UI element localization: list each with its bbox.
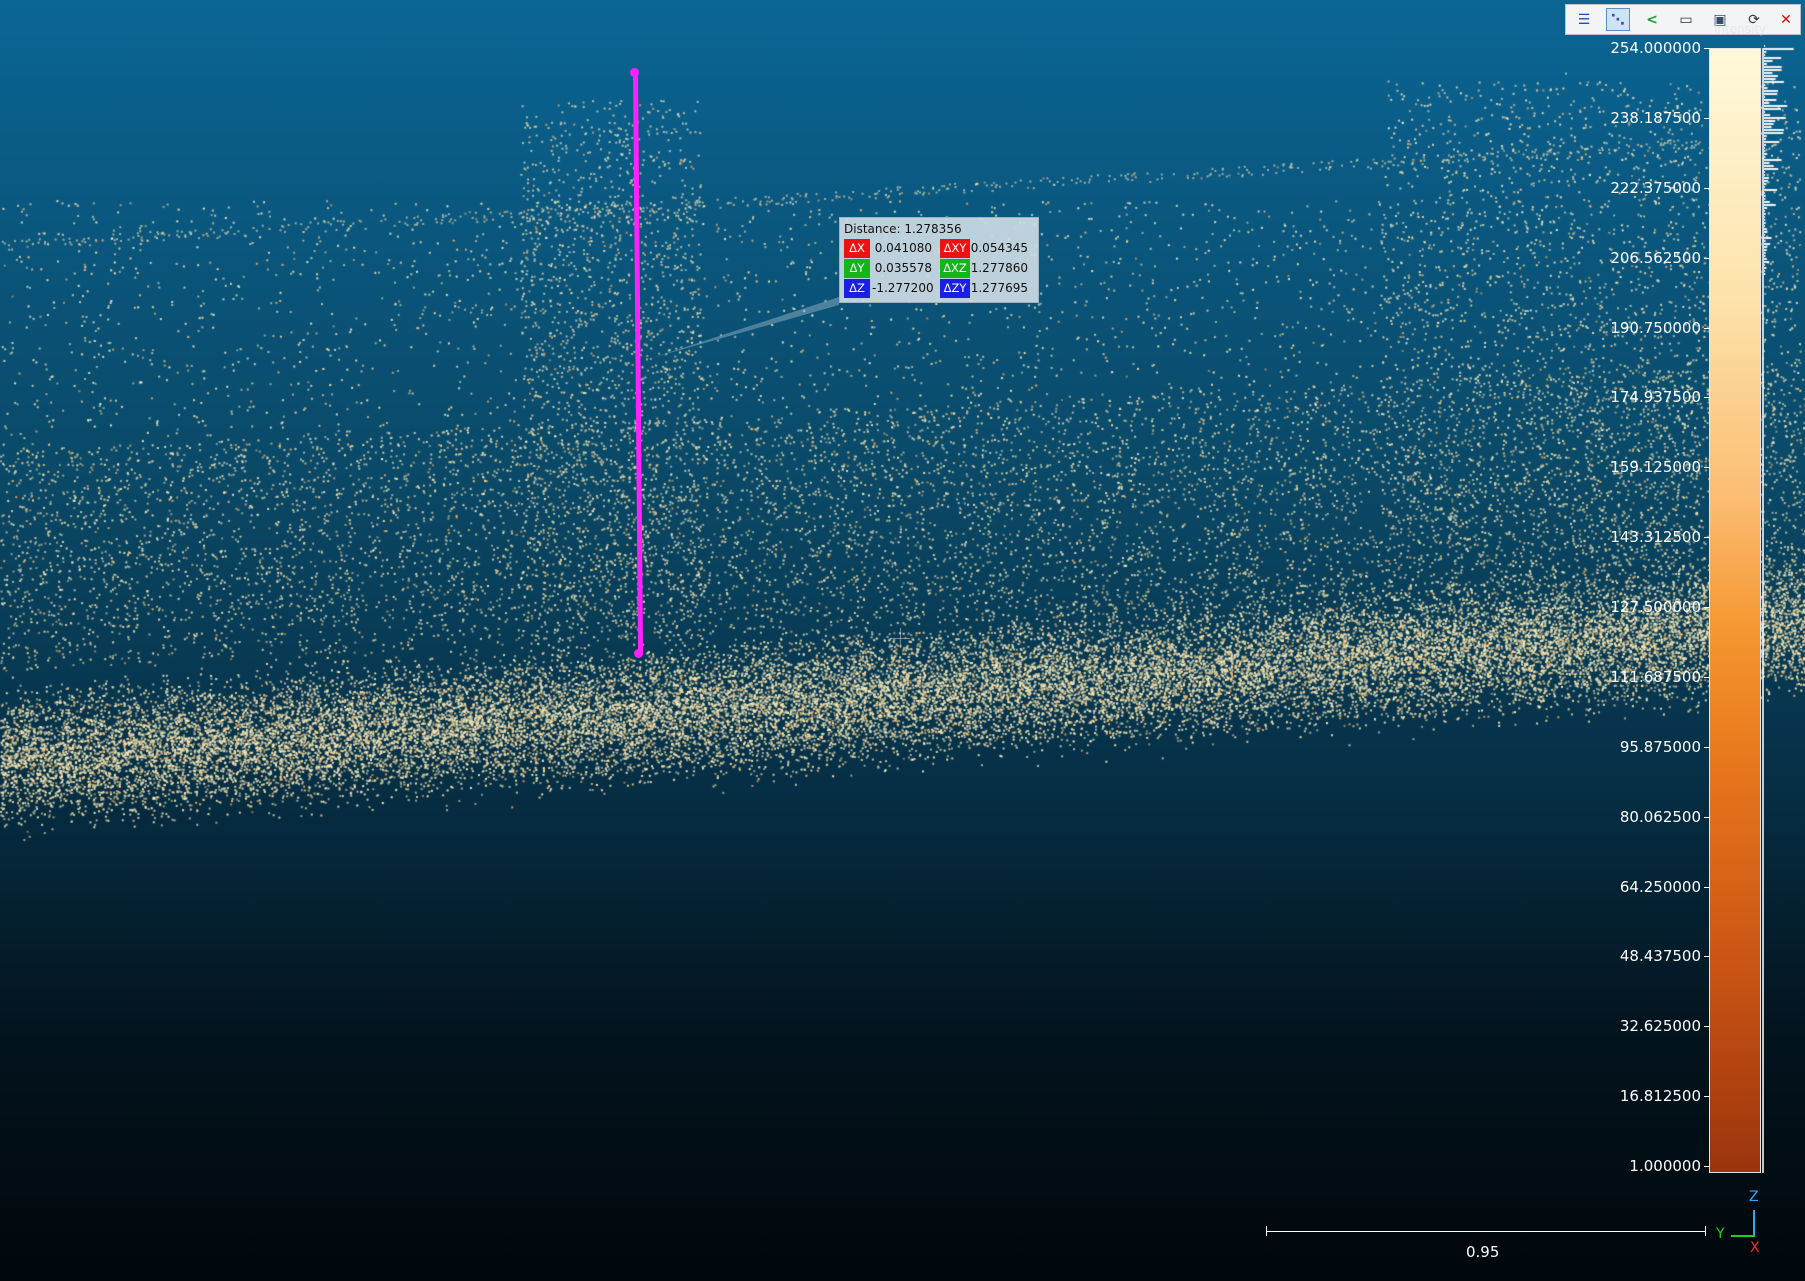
scale-tick [1704,886,1710,888]
scale-tick [1704,607,1710,608]
scale-label: 16.812500 [1619,1087,1701,1106]
scale-tick [1704,48,1710,49]
distance-value: Distance: 1.278356 [844,222,962,236]
scale-label: 206.562500 [1610,248,1701,267]
cursor-crosshair [900,628,901,648]
scale-label: 95.875000 [1619,737,1701,756]
point-pair-icon: ⋱ [1611,11,1625,28]
scale-tick [1704,117,1710,119]
scale-label: 48.437500 [1619,947,1701,966]
scale-label: 32.625000 [1619,1017,1701,1036]
scale-label: 1.000000 [1629,1157,1701,1175]
delta-xy-tag: ΔXY [940,239,970,258]
scale-tick [1704,327,1710,329]
list-icon: ☰ [1577,11,1591,28]
scale-label: 174.937500 [1610,388,1701,407]
scale-tick [1704,537,1710,539]
scale-ruler [1266,1231,1706,1232]
delta-row-z: ΔZ -1.277200 ΔZY 1.277695 [844,279,1034,298]
scale-ruler-end [1705,1226,1706,1236]
scale-tick [1704,397,1710,399]
scale-label: 254.000000 [1610,39,1701,57]
axis-x-label: X [1750,1240,1760,1256]
axis-y-line [1731,1235,1755,1237]
scale-ruler-end [1266,1226,1267,1236]
scale-tick [1704,1096,1710,1098]
label-button[interactable]: ▭ [1674,8,1698,31]
scale-tick [1704,1026,1710,1028]
scale-ruler-label: 0.95 [1466,1243,1500,1261]
angle-button[interactable]: < [1640,8,1664,31]
scale-label: 190.750000 [1610,318,1701,337]
scale-tick [1704,187,1710,189]
scale-tick [1704,676,1710,678]
delta-xz-value: 1.277860 [970,261,1028,275]
scale-label: 238.187500 [1610,108,1701,127]
delta-zy-tag: ΔZY [940,279,970,298]
point-cloud-canvas[interactable] [0,0,1805,1281]
scale-tick [1704,956,1710,958]
triangle-angle-icon: < [1646,11,1658,28]
delta-z-tag: ΔZ [844,279,870,298]
scale-tick [1704,467,1710,469]
measurement-point-start[interactable] [630,68,639,77]
delta-xz-tag: ΔXZ [940,259,970,278]
delta-x-tag: ΔX [844,239,870,258]
scale-label: 159.125000 [1610,458,1701,477]
label-icon: ▭ [1679,11,1693,28]
delta-y-value: 0.035578 [874,261,932,275]
scale-tick [1704,257,1710,259]
scale-tick [1704,816,1710,818]
axis-z-line [1753,1210,1755,1236]
scale-label: 64.250000 [1619,877,1701,896]
delta-xy-value: 0.054345 [970,241,1028,255]
axis-y-label: Y [1716,1226,1725,1242]
delta-zy-value: 1.277695 [970,281,1028,295]
delta-z-value: -1.277200 [872,281,934,295]
scale-tick [1704,1166,1710,1167]
scale-label: 111.687500 [1610,667,1701,686]
scale-label: 222.375000 [1610,178,1701,197]
scale-label: 80.062500 [1619,807,1701,826]
list-button[interactable]: ☰ [1572,8,1596,31]
color-scale-bar [1709,48,1761,1173]
scale-histogram [1764,45,1804,275]
axis-z-label: Z [1749,1189,1759,1205]
delta-row-x: ΔX 0.041080 ΔXY 0.054345 [844,239,1034,258]
scale-label: 127.500000 [1610,598,1701,616]
point-pair-button[interactable]: ⋱ [1606,8,1630,31]
delta-x-value: 0.041080 [874,241,932,255]
scale-tick [1704,746,1710,748]
color-scale-title: Intensity [1713,22,1767,36]
close-icon: ✕ [1780,11,1792,28]
3d-viewport[interactable]: Distance: 1.278356 ΔX 0.041080 ΔXY 0.054… [0,0,1805,1281]
scale-label: 143.312500 [1610,528,1701,547]
measurement-point-end[interactable] [634,649,643,658]
delta-row-y: ΔY 0.035578 ΔXZ 1.277860 [844,259,1034,278]
delta-y-tag: ΔY [844,259,870,278]
distance-label-box[interactable]: Distance: 1.278356 ΔX 0.041080 ΔXY 0.054… [839,217,1039,303]
